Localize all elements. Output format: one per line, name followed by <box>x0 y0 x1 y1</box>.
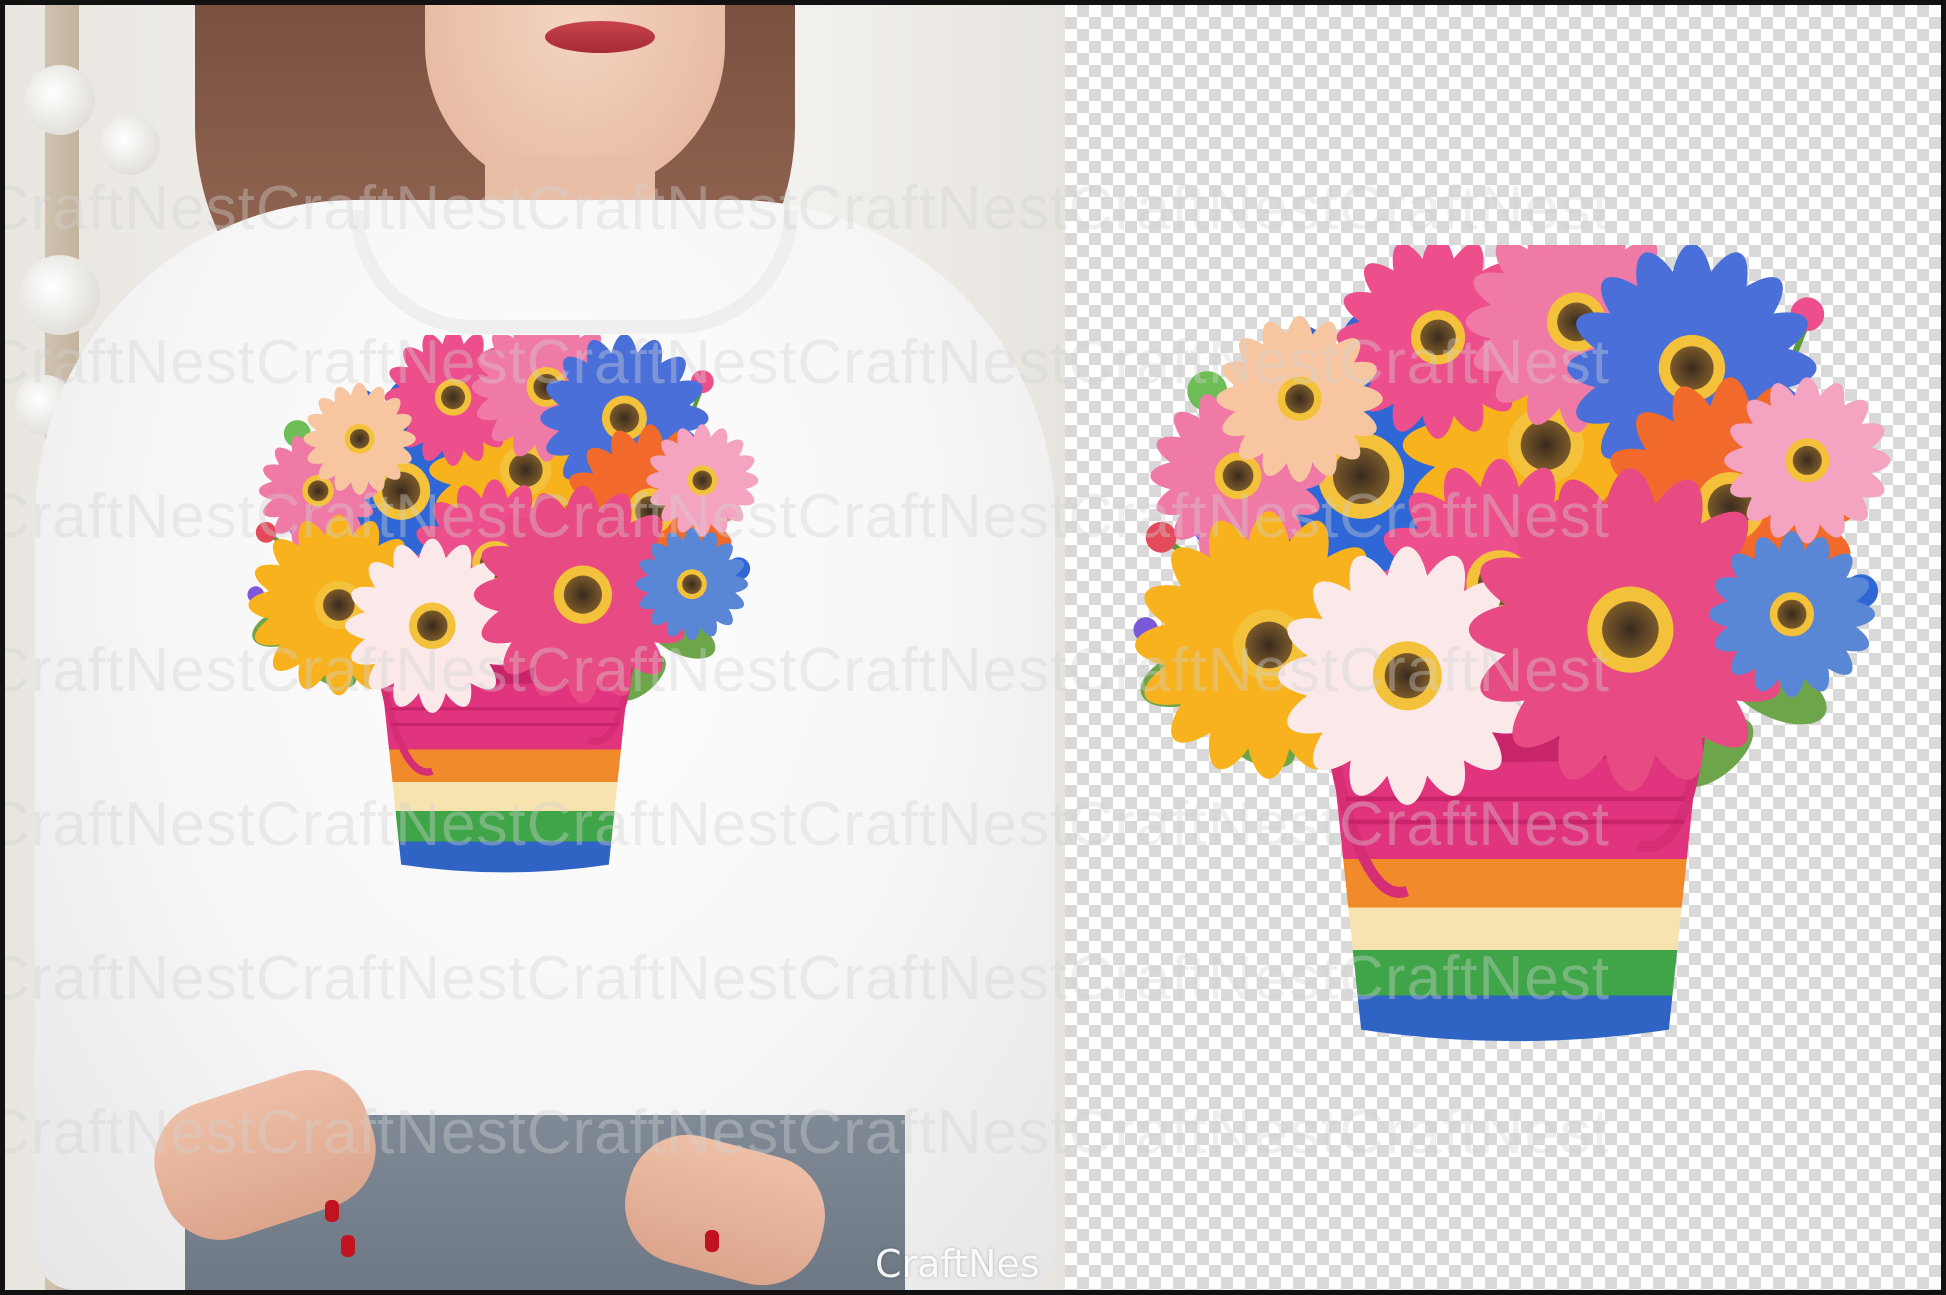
lips <box>545 21 655 53</box>
image-frame: CraftNestCraftNestCraftNestCraftNestCraf… <box>0 0 1946 1295</box>
sweatshirt-collar <box>350 210 798 334</box>
flower-bucket-clipart <box>1120 245 1910 1045</box>
nail <box>705 1230 719 1252</box>
cotton-ball <box>20 255 100 335</box>
cotton-ball <box>25 65 95 135</box>
nail <box>325 1200 339 1222</box>
sweatshirt-mockup-photo <box>5 5 1065 1290</box>
flower-bucket-print <box>245 335 765 875</box>
nail <box>341 1235 355 1257</box>
transparent-background-preview <box>1065 5 1941 1290</box>
cotton-ball <box>100 115 160 175</box>
brand-watermark-label: CraftNes <box>875 1242 1040 1286</box>
